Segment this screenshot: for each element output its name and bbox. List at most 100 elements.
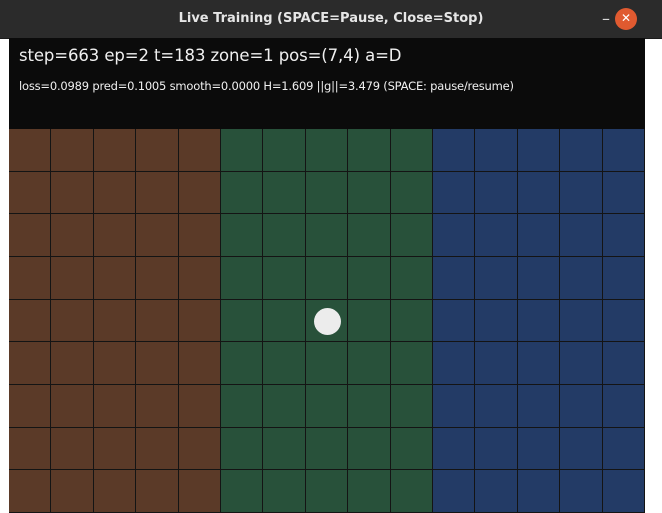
grid-cell [221, 470, 264, 513]
minimize-button[interactable]: – [596, 10, 616, 28]
grid-cell [348, 257, 391, 300]
grid-cell [221, 257, 264, 300]
grid-cell [136, 129, 179, 172]
grid-cell [560, 470, 603, 513]
grid-cell [9, 129, 52, 172]
grid-cell [390, 342, 433, 385]
grid-cell [136, 470, 179, 513]
grid-cell [390, 427, 433, 471]
grid-cell [517, 385, 561, 428]
title-bar[interactable]: Live Training (SPACE=Pause, Close=Stop) … [0, 0, 662, 39]
grid-cell [390, 470, 433, 513]
grid-cell [602, 299, 645, 343]
grid-cell [433, 171, 476, 215]
grid-cell [263, 257, 306, 300]
grid-cell [517, 470, 561, 513]
grid-cell [602, 342, 645, 385]
grid-cell [51, 214, 94, 257]
grid-cell [221, 342, 264, 385]
grid-cell [433, 257, 476, 300]
grid-cell [517, 171, 561, 215]
grid-cell [602, 214, 645, 257]
grid-cell [390, 257, 433, 300]
grid-cell [263, 214, 306, 257]
grid-cell [9, 470, 52, 513]
grid-cell [9, 257, 52, 300]
grid-cell [475, 214, 518, 257]
grid-cell [433, 129, 476, 172]
grid-cell [221, 427, 264, 471]
grid-cell [348, 171, 391, 215]
grid-cell [433, 299, 476, 343]
grid-cell [51, 342, 94, 385]
grid-cell [263, 342, 306, 385]
grid-cell [178, 299, 221, 343]
grid-cell [178, 129, 221, 172]
grid-cell [178, 427, 221, 471]
grid-cell [9, 385, 52, 428]
grid-cell [305, 214, 349, 257]
grid-cell [93, 385, 137, 428]
grid-cell [348, 385, 391, 428]
grid-cell [433, 470, 476, 513]
grid-cell [517, 299, 561, 343]
grid-cell [560, 299, 603, 343]
grid-cell [602, 427, 645, 471]
training-window: Live Training (SPACE=Pause, Close=Stop) … [0, 0, 662, 513]
grid-cell [305, 257, 349, 300]
grid-cell [9, 299, 52, 343]
grid-cell [305, 385, 349, 428]
grid-cell [517, 257, 561, 300]
environment-grid [9, 129, 645, 513]
grid-cell [305, 427, 349, 471]
metrics-text: loss=0.0989 pred=0.1005 smooth=0.0000 H=… [19, 79, 514, 93]
grid-cell [517, 129, 561, 172]
grid-cell [433, 427, 476, 471]
grid-cell [9, 214, 52, 257]
grid-cell [348, 214, 391, 257]
grid-cell [390, 129, 433, 172]
grid-cell [93, 342, 137, 385]
grid-cell [221, 214, 264, 257]
grid-cell [475, 342, 518, 385]
grid-cell [51, 427, 94, 471]
grid-cell [93, 214, 137, 257]
grid-cell [348, 342, 391, 385]
grid-cell [263, 427, 306, 471]
grid-cell [560, 342, 603, 385]
grid-cell [263, 470, 306, 513]
agent-marker [313, 307, 341, 335]
grid-cell [136, 342, 179, 385]
grid-cell [602, 385, 645, 428]
grid-cell [93, 470, 137, 513]
grid-cell [390, 299, 433, 343]
grid-cell [602, 129, 645, 172]
grid-cell [9, 171, 52, 215]
grid-cell [263, 299, 306, 343]
grid-cell [9, 427, 52, 471]
grid-cell [475, 171, 518, 215]
grid-cell [51, 171, 94, 215]
grid-cell [602, 257, 645, 300]
grid-cell [178, 257, 221, 300]
grid-cell [433, 214, 476, 257]
grid-cell [263, 129, 306, 172]
grid-cell [178, 214, 221, 257]
grid-cell [390, 171, 433, 215]
grid-cell [602, 470, 645, 513]
grid-cell [51, 385, 94, 428]
close-button[interactable]: ✕ [615, 8, 637, 30]
grid-cell [93, 257, 137, 300]
grid-cell [517, 342, 561, 385]
grid-cell [348, 427, 391, 471]
grid-cell [348, 129, 391, 172]
grid-cell [517, 427, 561, 471]
grid-cell [221, 385, 264, 428]
grid-cell [263, 171, 306, 215]
grid-cell [221, 129, 264, 172]
grid-cell [93, 171, 137, 215]
grid-cell [348, 299, 391, 343]
grid-cell [93, 299, 137, 343]
grid-cell [305, 470, 349, 513]
grid-cell [560, 257, 603, 300]
